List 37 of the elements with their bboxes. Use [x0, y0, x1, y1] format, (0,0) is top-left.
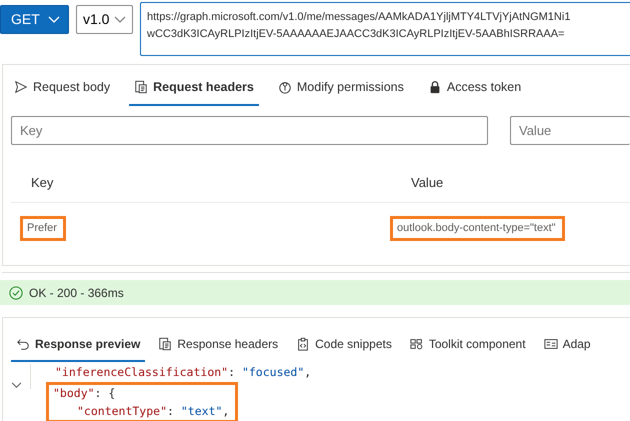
document-icon — [134, 80, 148, 94]
chevron-icon[interactable] — [11, 382, 22, 389]
version-dropdown[interactable]: v1.0 — [76, 5, 133, 34]
code-line: "contentType": "text", — [77, 403, 230, 420]
url-text: https://graph.microsoft.com/v1.0/me/messages/AAMkADA1YjljMTY4LTVjYjAtNGM1Ni1 — [147, 10, 570, 25]
undo-icon — [16, 337, 30, 351]
tab[interactable]: Adap — [538, 330, 596, 362]
url-text: wCC3dK3ICAyRLPIzItjEV-5AAAAAAEJAACC3dK3ICAyRLPIzItjEV-5AABhISRRAAA= — [147, 27, 564, 42]
tab[interactable]: Response headers — [153, 330, 284, 362]
tab[interactable]: Modify permissions — [272, 73, 409, 106]
column-header: Key — [31, 174, 54, 192]
table-cell: outlook.body-content-type="text" — [393, 219, 562, 238]
tab[interactable]: Response preview — [11, 330, 146, 362]
check-circle-icon — [9, 286, 23, 300]
value-input[interactable]: Value — [510, 116, 630, 145]
document-icon — [158, 337, 172, 351]
key-input[interactable]: Key — [11, 116, 488, 145]
tab[interactable]: Toolkit component — [404, 330, 531, 362]
url-field[interactable]: https://graph.microsoft.com/v1.0/me/messages/AAMkADA1YjljMTY4LTVjYjAtNGM1Ni1 wCC3dK3ICAyRLPIzItjEV-5AAAAAAEJAACC3dK3ICAyRLPIzItjEV-5AABhISRRAAA= — [140, 2, 630, 56]
send-icon — [14, 80, 28, 94]
card-icon — [544, 337, 558, 351]
clipboard-icon — [296, 337, 310, 351]
component-icon — [410, 337, 424, 351]
tab[interactable]: Access token — [422, 73, 526, 106]
tab[interactable]: Request body — [9, 73, 116, 106]
code-line: "inferenceClassification": "focused", — [55, 364, 312, 382]
column-header: Value — [411, 174, 444, 192]
lock-icon — [428, 80, 442, 94]
table-cell: Prefer — [23, 219, 63, 238]
status-text: OK - 200 - 366ms — [29, 284, 124, 302]
caret-icon — [48, 16, 60, 24]
method-dropdown[interactable]: GET — [0, 5, 69, 34]
key-icon — [278, 80, 292, 94]
tab[interactable]: Request headers — [129, 73, 259, 106]
code-line: "body": { — [53, 385, 116, 402]
tab[interactable]: Code snippets — [291, 330, 397, 362]
caret-icon — [114, 16, 126, 24]
